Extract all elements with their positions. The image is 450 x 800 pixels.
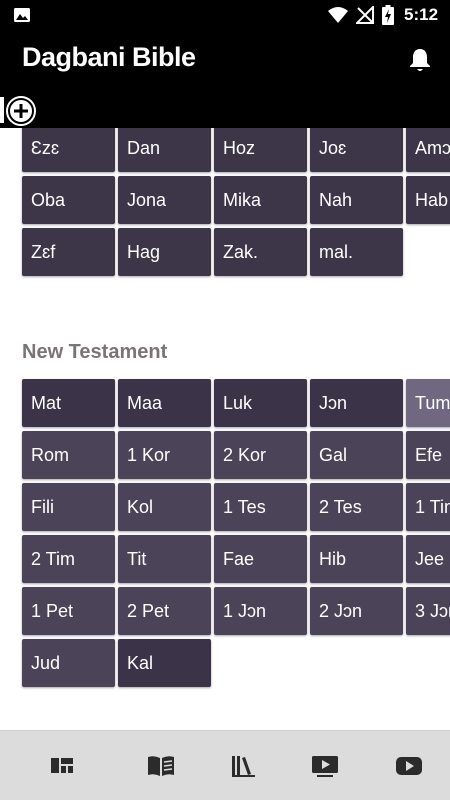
book-button[interactable]: Gal — [310, 431, 403, 479]
book-button[interactable]: Tum — [406, 379, 450, 427]
book-button[interactable]: 1 Kor — [118, 431, 211, 479]
book-button[interactable]: Oba — [22, 176, 115, 224]
book-button[interactable]: 2 Tes — [310, 483, 403, 531]
nav-youtube[interactable] — [395, 753, 423, 779]
book-button[interactable]: Mat — [22, 379, 115, 427]
book-button[interactable]: Fili — [22, 483, 115, 531]
plus-icon — [14, 104, 28, 118]
book-button[interactable]: Rom — [22, 431, 115, 479]
book-button[interactable]: Nah — [310, 176, 403, 224]
book-button[interactable]: Hag — [118, 228, 211, 276]
book-button[interactable]: Efe — [406, 431, 450, 479]
section-title-new-testament: New Testament — [22, 341, 168, 363]
book-open-icon — [148, 756, 174, 776]
video-icon — [312, 756, 338, 777]
app-title: Dagbani Bible — [22, 42, 196, 72]
book-button[interactable]: 2 Tim — [22, 535, 115, 583]
app-bar: Dagbani Bible — [0, 32, 450, 90]
active-tab-indicator[interactable] — [0, 97, 4, 123]
book-button[interactable]: Fae — [214, 535, 307, 583]
book-list[interactable]: Ɛzɛ Dan Hoz Joɛ Amɔ Oba Jona Mika Nah Ha… — [0, 128, 450, 730]
book-button[interactable]: Luk — [214, 379, 307, 427]
wifi-icon — [328, 7, 348, 23]
book-button[interactable]: Amɔ — [406, 128, 450, 172]
book-button[interactable]: Kol — [118, 483, 211, 531]
book-button[interactable]: mal. — [310, 228, 403, 276]
gallery-icon — [14, 8, 30, 22]
book-button[interactable]: Ɛzɛ — [22, 128, 115, 172]
book-button[interactable]: Kal — [118, 639, 211, 687]
book-button[interactable]: Jee — [406, 535, 450, 583]
book-button[interactable]: Hib — [310, 535, 403, 583]
bell-icon[interactable] — [406, 46, 434, 74]
nav-video[interactable] — [311, 753, 339, 779]
book-button[interactable]: 3 Jɔn — [406, 587, 450, 635]
signal-off-icon — [356, 6, 374, 24]
dashboard-icon — [51, 758, 73, 773]
book-button[interactable]: Jɔn — [310, 379, 403, 427]
battery-charging-icon — [382, 5, 394, 25]
book-button[interactable]: Jona — [118, 176, 211, 224]
book-button[interactable]: 1 Pet — [22, 587, 115, 635]
nav-dashboard[interactable] — [48, 753, 76, 779]
book-button[interactable]: Zak. — [214, 228, 307, 276]
book-button[interactable]: 2 Kor — [214, 431, 307, 479]
old-testament-grid: Ɛzɛ Dan Hoz Joɛ Amɔ Oba Jona Mika Nah Ha… — [22, 128, 450, 276]
book-button[interactable]: Joɛ — [310, 128, 403, 172]
book-button[interactable]: Hab — [406, 176, 450, 224]
book-button[interactable]: 2 Pet — [118, 587, 211, 635]
book-button[interactable]: Hoz — [214, 128, 307, 172]
tab-strip — [0, 90, 450, 218]
book-button[interactable]: Dan — [118, 128, 211, 172]
book-button[interactable]: 2 Jɔn — [310, 587, 403, 635]
book-button[interactable]: Mika — [214, 176, 307, 224]
book-button[interactable]: 1 Jɔn — [214, 587, 307, 635]
add-tab-button[interactable] — [6, 96, 36, 126]
nav-library[interactable] — [230, 753, 258, 779]
book-button[interactable]: 1 Tim — [406, 483, 450, 531]
library-icon — [232, 756, 255, 777]
book-button[interactable]: Tit — [118, 535, 211, 583]
nav-read[interactable] — [147, 753, 175, 779]
bottom-nav — [0, 730, 450, 800]
book-button[interactable]: Zɛf — [22, 228, 115, 276]
book-button[interactable]: Maa — [118, 379, 211, 427]
book-button[interactable]: Jud — [22, 639, 115, 687]
status-bar: 5:12 — [0, 0, 450, 32]
youtube-icon — [396, 757, 422, 775]
status-time: 5:12 — [404, 5, 439, 24]
book-button[interactable]: 1 Tes — [214, 483, 307, 531]
new-testament-grid: Mat Maa Luk Jɔn Tum Rom 1 Kor 2 Kor Gal … — [22, 379, 450, 687]
